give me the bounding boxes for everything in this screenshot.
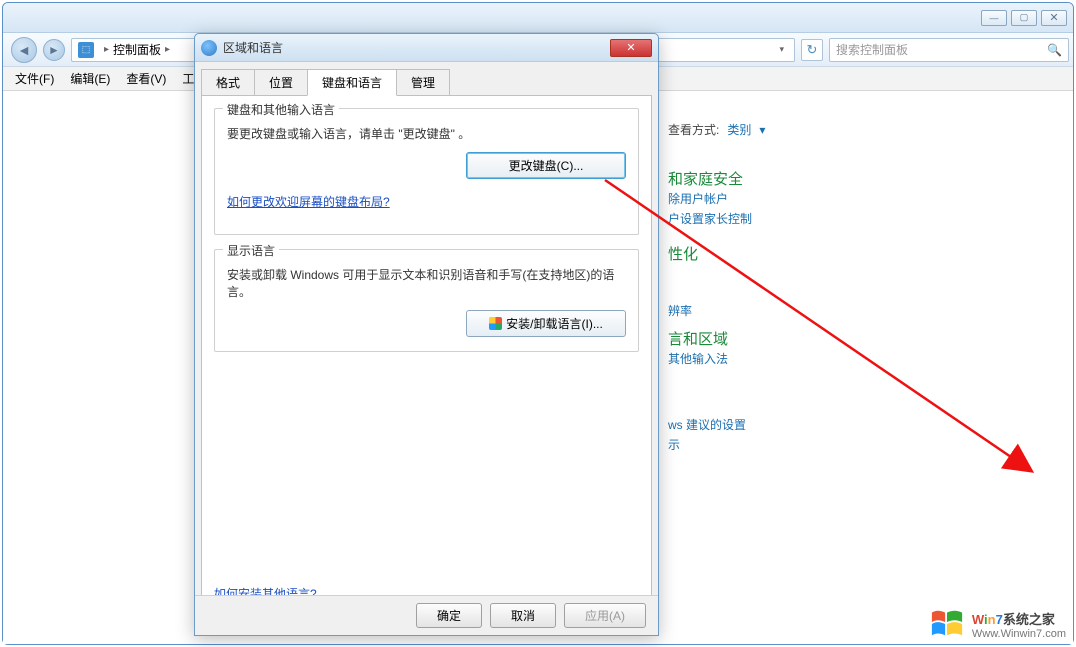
view-dropdown-icon[interactable]: ▾	[759, 123, 765, 137]
windows-logo-icon	[928, 607, 966, 641]
group-keyboard-label: 键盘和其他输入语言	[223, 101, 339, 118]
ok-button[interactable]: 确定	[416, 603, 482, 628]
category-link[interactable]: 示	[668, 435, 746, 455]
category-link[interactable]: 户设置家长控制	[668, 209, 752, 229]
change-keyboard-button[interactable]: 更改键盘(C)...	[466, 152, 626, 179]
category-block: ws 建议的设置示	[668, 415, 746, 455]
view-label: 查看方式:	[668, 121, 719, 138]
tab-3[interactable]: 管理	[396, 69, 450, 96]
breadcrumb-sep-icon: ▸	[104, 44, 109, 55]
menu-edit[interactable]: 编辑(E)	[62, 68, 118, 89]
group-keyboard-text: 要更改键盘或输入语言，请单击 "更改键盘" 。	[227, 125, 626, 142]
cancel-button[interactable]: 取消	[490, 603, 556, 628]
search-placeholder: 搜索控制面板	[836, 41, 908, 58]
category-block: 言和区域其他输入法	[668, 328, 728, 369]
region-language-dialog: 区域和语言 ✕ 格式位置键盘和语言管理 键盘和其他输入语言 要更改键盘或输入语言…	[194, 33, 659, 636]
menu-view[interactable]: 查看(V)	[118, 68, 174, 89]
group-display-language-label: 显示语言	[223, 242, 279, 259]
group-display-language: 显示语言 安装或卸载 Windows 可用于显示文本和识别语音和手写(在支持地区…	[214, 249, 639, 352]
category-title[interactable]: 言和区域	[668, 328, 728, 349]
dialog-title: 区域和语言	[223, 39, 283, 56]
control-panel-icon: ⬚	[78, 42, 94, 58]
install-uninstall-language-button[interactable]: 安装/卸载语言(I)...	[466, 310, 626, 337]
category-block: 性化	[668, 243, 698, 264]
group-keyboard: 键盘和其他输入语言 要更改键盘或输入语言，请单击 "更改键盘" 。 更改键盘(C…	[214, 108, 639, 235]
view-value[interactable]: 类别	[727, 121, 751, 138]
category-block: 和家庭安全除用户帐户户设置家长控制	[668, 168, 752, 229]
globe-icon	[201, 40, 217, 56]
nav-forward-button[interactable]: ►	[43, 39, 65, 61]
apply-button[interactable]: 应用(A)	[564, 603, 646, 628]
tab-panel-keyboard-language: 键盘和其他输入语言 要更改键盘或输入语言，请单击 "更改键盘" 。 更改键盘(C…	[201, 95, 652, 615]
minimize-button[interactable]: —	[981, 10, 1007, 26]
dialog-titlebar: 区域和语言 ✕	[195, 34, 658, 62]
tab-1[interactable]: 位置	[254, 69, 308, 96]
category-block: 辨率	[668, 301, 692, 321]
dialog-button-row: 确定 取消 应用(A)	[195, 595, 658, 635]
nav-back-button[interactable]: ◄	[11, 37, 37, 63]
category-title[interactable]: 性化	[668, 243, 698, 264]
window-titlebar: — ▢ ✕	[3, 3, 1073, 33]
watermark: Win7系统之家 Www.Winwin7.com	[928, 607, 1066, 641]
dialog-close-button[interactable]: ✕	[610, 39, 652, 57]
breadcrumb-root[interactable]: 控制面板	[113, 41, 161, 58]
category-title[interactable]: 和家庭安全	[668, 168, 752, 189]
tab-0[interactable]: 格式	[201, 69, 255, 96]
category-link[interactable]: 其他输入法	[668, 349, 728, 369]
category-link[interactable]: 除用户帐户	[668, 189, 752, 209]
tab-strip: 格式位置键盘和语言管理	[195, 62, 658, 95]
view-mode: 查看方式: 类别 ▾	[668, 121, 765, 138]
breadcrumb-sep-icon: ▸	[165, 44, 170, 55]
search-box[interactable]: 搜索控制面板 🔍	[829, 38, 1069, 62]
close-button[interactable]: ✕	[1041, 10, 1067, 26]
tab-2[interactable]: 键盘和语言	[307, 69, 397, 96]
category-link[interactable]: ws 建议的设置	[668, 415, 746, 435]
category-link[interactable]: 辨率	[668, 301, 692, 321]
group-display-language-text: 安装或卸载 Windows 可用于显示文本和识别语音和手写(在支持地区)的语言。	[227, 266, 626, 300]
watermark-text: Win7系统之家 Www.Winwin7.com	[972, 609, 1066, 640]
uac-shield-icon	[489, 317, 502, 330]
search-icon: 🔍	[1047, 43, 1062, 57]
address-dropdown-icon[interactable]: ▾	[775, 44, 788, 55]
refresh-button[interactable]: ↻	[801, 39, 823, 61]
keyboard-layout-help-link[interactable]: 如何更改欢迎屏幕的键盘布局?	[227, 195, 390, 209]
menu-file[interactable]: 文件(F)	[7, 68, 62, 89]
maximize-button[interactable]: ▢	[1011, 10, 1037, 26]
